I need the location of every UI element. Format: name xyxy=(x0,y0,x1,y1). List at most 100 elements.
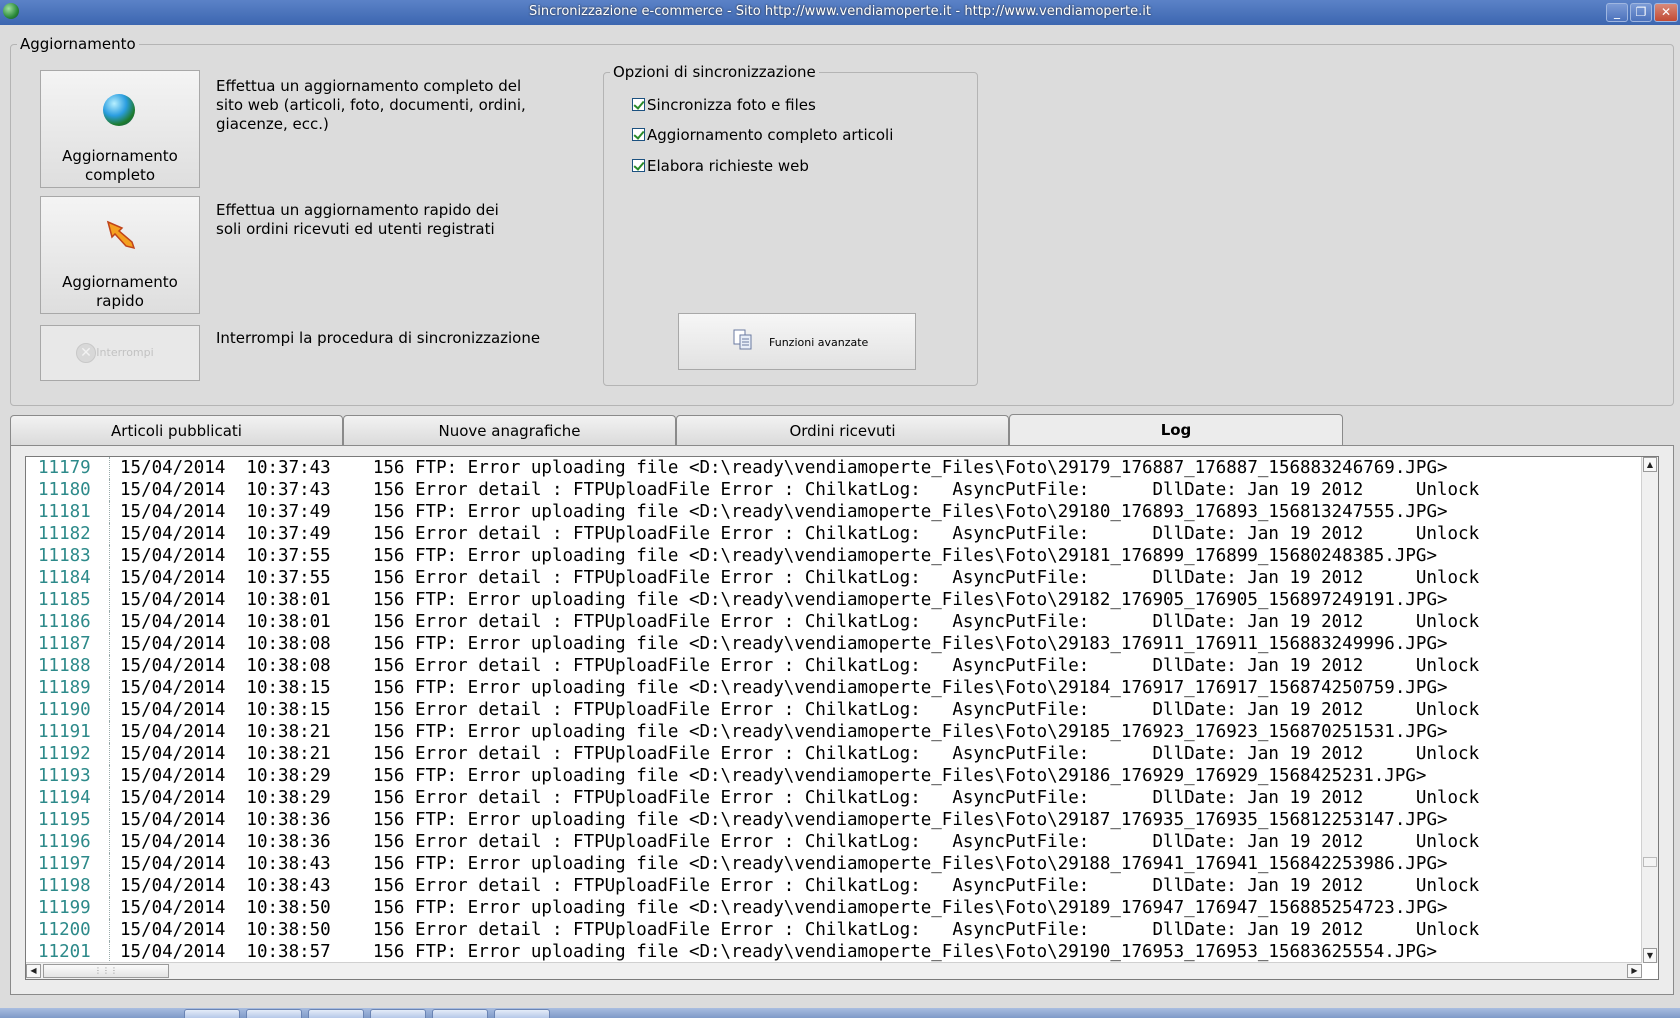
log-line-number: 11198 xyxy=(26,875,110,897)
log-line: 11183 15/04/2014 10:37:55 156 FTP: Error … xyxy=(26,545,1646,567)
stop-button-label: Interrompi xyxy=(96,346,154,359)
scroll-thumb[interactable] xyxy=(1643,857,1657,867)
log-line-text: 15/04/2014 10:38:36 156 Error detail : F… xyxy=(120,832,1480,852)
log-line: 11188 15/04/2014 10:38:08 156 Error detai… xyxy=(26,655,1646,677)
fast-update-label-1: Aggiornamento xyxy=(62,273,178,291)
log-line-number: 11200 xyxy=(26,919,110,941)
option-full-articles[interactable]: Aggiornamento completo articoli xyxy=(632,126,893,144)
advanced-functions-button[interactable]: Funzioni avanzate xyxy=(678,313,916,370)
log-line-number: 11193 xyxy=(26,765,110,787)
fast-update-button[interactable]: Aggiornamento rapido xyxy=(40,196,200,314)
log-line-text: 15/04/2014 10:38:43 156 Error detail : F… xyxy=(120,876,1480,896)
log-line-text: 15/04/2014 10:38:08 156 FTP: Error uploa… xyxy=(120,634,1448,654)
log-line: 11179 15/04/2014 10:37:43 156 FTP: Error … xyxy=(26,457,1646,479)
log-line: 11193 15/04/2014 10:38:29 156 FTP: Error … xyxy=(26,765,1646,787)
taskbar-button[interactable] xyxy=(494,1009,550,1018)
log-textbox[interactable]: 11179 15/04/2014 10:37:43 156 FTP: Error … xyxy=(25,456,1659,980)
log-line: 11182 15/04/2014 10:37:49 156 Error detai… xyxy=(26,523,1646,545)
log-line-text: 15/04/2014 10:38:15 156 Error detail : F… xyxy=(120,700,1480,720)
log-line: 11180 15/04/2014 10:37:43 156 Error detai… xyxy=(26,479,1646,501)
full-update-label-1: Aggiornamento xyxy=(62,147,178,165)
tab-nuove-anagrafiche[interactable]: Nuove anagrafiche xyxy=(343,415,676,446)
log-line: 11198 15/04/2014 10:38:43 156 Error detai… xyxy=(26,875,1646,897)
log-line: 11181 15/04/2014 10:37:49 156 FTP: Error … xyxy=(26,501,1646,523)
horizontal-scroll-thumb[interactable]: ⋮⋮⋮ xyxy=(43,964,169,978)
log-line-number: 11195 xyxy=(26,809,110,831)
log-line-number: 11179 xyxy=(26,457,110,479)
scroll-down-arrow-icon[interactable]: ▼ xyxy=(1643,948,1657,963)
log-line-number: 11180 xyxy=(26,479,110,501)
tab-bar: Articoli pubblicati Nuove anagrafiche Or… xyxy=(10,414,1674,446)
log-line-text: 15/04/2014 10:38:01 156 FTP: Error uploa… xyxy=(120,590,1448,610)
log-line-number: 11199 xyxy=(26,897,110,919)
option-web-requests[interactable]: Elabora richieste web xyxy=(632,157,809,175)
log-tab-panel: 11179 15/04/2014 10:37:43 156 FTP: Error … xyxy=(10,445,1674,995)
stop-icon: ✕ xyxy=(76,343,96,363)
stop-button[interactable]: Interrompi xyxy=(40,325,200,381)
log-line: 11197 15/04/2014 10:38:43 156 FTP: Error … xyxy=(26,853,1646,875)
tab-ordini-ricevuti[interactable]: Ordini ricevuti xyxy=(676,415,1009,446)
checkbox-checked-icon[interactable] xyxy=(632,98,645,111)
log-line-number: 11196 xyxy=(26,831,110,853)
log-line-text: 15/04/2014 10:37:43 156 FTP: Error uploa… xyxy=(120,458,1448,478)
log-line-text: 15/04/2014 10:38:43 156 FTP: Error uploa… xyxy=(120,854,1448,874)
log-line-number: 11190 xyxy=(26,699,110,721)
log-line: 11189 15/04/2014 10:38:15 156 FTP: Error … xyxy=(26,677,1646,699)
log-line: 11199 15/04/2014 10:38:50 156 FTP: Error … xyxy=(26,897,1646,919)
log-line-number: 11185 xyxy=(26,589,110,611)
log-line-number: 11201 xyxy=(26,941,110,963)
taskbar-button[interactable] xyxy=(370,1009,426,1018)
checkbox-checked-icon[interactable] xyxy=(632,159,645,172)
log-line: 11195 15/04/2014 10:38:36 156 FTP: Error … xyxy=(26,809,1646,831)
scroll-left-arrow-icon[interactable]: ◀ xyxy=(26,964,41,978)
log-line-text: 15/04/2014 10:38:57 156 FTP: Error uploa… xyxy=(120,942,1437,962)
full-update-button[interactable]: Aggiornamento completo xyxy=(40,70,200,188)
log-line-text: 15/04/2014 10:38:36 156 FTP: Error uploa… xyxy=(120,810,1448,830)
option-sync-photos[interactable]: Sincronizza foto e files xyxy=(632,96,816,114)
log-line: 11184 15/04/2014 10:37:55 156 Error detai… xyxy=(26,567,1646,589)
update-group-legend: Aggiornamento xyxy=(17,35,139,53)
log-line-number: 11189 xyxy=(26,677,110,699)
stop-description: Interrompi la procedura di sincronizzazi… xyxy=(216,329,541,347)
taskbar-button[interactable] xyxy=(184,1009,240,1018)
log-line: 11200 15/04/2014 10:38:50 156 Error detai… xyxy=(26,919,1646,941)
lightning-arrow-icon xyxy=(106,220,136,250)
log-line-text: 15/04/2014 10:37:49 156 FTP: Error uploa… xyxy=(120,502,1448,522)
minimize-button[interactable]: _ xyxy=(1606,3,1628,22)
fast-update-description: Effettua un aggiornamento rapido dei sol… xyxy=(216,201,499,238)
log-line-text: 15/04/2014 10:38:50 156 Error detail : F… xyxy=(120,920,1480,940)
log-line-number: 11192 xyxy=(26,743,110,765)
taskbar-button[interactable] xyxy=(432,1009,488,1018)
log-line-text: 15/04/2014 10:37:55 156 FTP: Error uploa… xyxy=(120,546,1437,566)
checkbox-checked-icon[interactable] xyxy=(632,128,645,141)
window-titlebar[interactable]: Sincronizzazione e-commerce - Sito http:… xyxy=(0,0,1680,25)
scroll-right-arrow-icon[interactable]: ▶ xyxy=(1627,964,1642,978)
vertical-scrollbar[interactable]: ▲ ▼ xyxy=(1641,457,1658,963)
horizontal-scrollbar[interactable]: ◀ ⋮⋮⋮ ▶ xyxy=(26,962,1642,979)
tab-log[interactable]: Log xyxy=(1009,414,1343,446)
log-lines: 11179 15/04/2014 10:37:43 156 FTP: Error … xyxy=(26,457,1646,963)
log-line: 11194 15/04/2014 10:38:29 156 Error detai… xyxy=(26,787,1646,809)
log-line-number: 11188 xyxy=(26,655,110,677)
taskbar-button[interactable] xyxy=(308,1009,364,1018)
restore-button[interactable]: ❐ xyxy=(1630,3,1652,22)
log-line-number: 11183 xyxy=(26,545,110,567)
documents-icon xyxy=(733,329,752,350)
scroll-up-arrow-icon[interactable]: ▲ xyxy=(1643,457,1657,472)
window-title: Sincronizzazione e-commerce - Sito http:… xyxy=(529,4,1151,19)
full-update-description: Effettua un aggiornamento completo del s… xyxy=(216,77,526,133)
log-line-text: 15/04/2014 10:37:55 156 Error detail : F… xyxy=(120,568,1480,588)
log-line-number: 11186 xyxy=(26,611,110,633)
taskbar-button[interactable] xyxy=(246,1009,302,1018)
tab-articoli-pubblicati[interactable]: Articoli pubblicati xyxy=(10,415,343,446)
log-line: 11190 15/04/2014 10:38:15 156 Error detai… xyxy=(26,699,1646,721)
sync-options-legend: Opzioni di sincronizzazione xyxy=(610,63,819,81)
option-sync-photos-label: Sincronizza foto e files xyxy=(647,96,816,114)
log-line-number: 11181 xyxy=(26,501,110,523)
log-line: 11187 15/04/2014 10:38:08 156 FTP: Error … xyxy=(26,633,1646,655)
full-update-label-2: completo xyxy=(84,166,155,184)
log-line-number: 11182 xyxy=(26,523,110,545)
close-button[interactable]: ✕ xyxy=(1654,3,1678,22)
log-line-number: 11184 xyxy=(26,567,110,589)
fast-update-label-2: rapido xyxy=(96,292,144,310)
